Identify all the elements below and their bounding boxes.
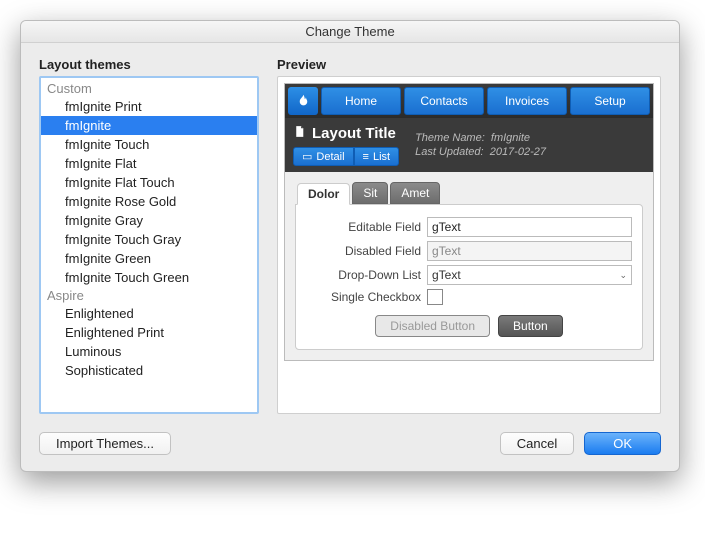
view-tab-detail[interactable]: ▭ Detail — [293, 147, 354, 166]
change-theme-dialog: Change Theme Layout themes Custom fmIgni… — [20, 20, 680, 472]
flame-icon — [288, 87, 318, 115]
import-themes-button[interactable]: Import Themes... — [39, 432, 171, 455]
ok-button[interactable]: OK — [584, 432, 661, 455]
theme-group-label: Aspire — [41, 287, 257, 304]
layout-title: Layout Title — [293, 124, 399, 143]
editable-field-label: Editable Field — [306, 220, 421, 234]
document-icon — [293, 124, 306, 143]
theme-metadata: Theme Name: fmIgnite Last Updated: 2017-… — [415, 131, 546, 159]
tab-dolor[interactable]: Dolor — [297, 183, 350, 205]
theme-item[interactable]: fmIgnite Gray — [41, 211, 257, 230]
window-title: Change Theme — [21, 21, 679, 43]
theme-item[interactable]: Sophisticated — [41, 361, 257, 380]
theme-item[interactable]: Enlightened — [41, 304, 257, 323]
theme-item[interactable]: Luminous — [41, 342, 257, 361]
preview-panel: Home Contacts Invoices Setup Layout Titl… — [277, 76, 661, 414]
preview-heading: Preview — [277, 57, 661, 72]
checkbox-label: Single Checkbox — [306, 290, 421, 304]
theme-item[interactable]: fmIgnite Touch Green — [41, 268, 257, 287]
nav-home[interactable]: Home — [321, 87, 401, 115]
dropdown-label: Drop-Down List — [306, 268, 421, 282]
dropdown-value: gText — [432, 268, 461, 282]
single-checkbox[interactable] — [427, 289, 443, 305]
dropdown-field[interactable]: gText ⌄ — [427, 265, 632, 285]
theme-item[interactable]: fmIgnite Green — [41, 249, 257, 268]
disabled-button: Disabled Button — [375, 315, 490, 337]
preview-navbar: Home Contacts Invoices Setup — [285, 84, 653, 118]
disabled-field — [427, 241, 632, 261]
tab-sit[interactable]: Sit — [352, 182, 388, 204]
disabled-field-label: Disabled Field — [306, 244, 421, 258]
theme-list[interactable]: Custom fmIgnite Print fmIgnite fmIgnite … — [39, 76, 259, 414]
list-icon: ≡ — [363, 151, 369, 163]
theme-item[interactable]: fmIgnite — [41, 116, 257, 135]
theme-item[interactable]: fmIgnite Flat Touch — [41, 173, 257, 192]
cancel-button[interactable]: Cancel — [500, 432, 574, 455]
theme-item[interactable]: fmIgnite Print — [41, 97, 257, 116]
tab-amet[interactable]: Amet — [390, 182, 440, 204]
chevron-down-icon: ⌄ — [619, 270, 627, 281]
theme-group-label: Custom — [41, 80, 257, 97]
view-tab-list-label: List — [373, 151, 390, 163]
nav-setup[interactable]: Setup — [570, 87, 650, 115]
theme-item[interactable]: fmIgnite Flat — [41, 154, 257, 173]
editable-field[interactable] — [427, 217, 632, 237]
sample-button[interactable]: Button — [498, 315, 563, 337]
nav-contacts[interactable]: Contacts — [404, 87, 484, 115]
nav-invoices[interactable]: Invoices — [487, 87, 567, 115]
view-tab-detail-label: Detail — [316, 151, 344, 163]
theme-item[interactable]: fmIgnite Touch Gray — [41, 230, 257, 249]
theme-item[interactable]: fmIgnite Touch — [41, 135, 257, 154]
theme-item[interactable]: Enlightened Print — [41, 323, 257, 342]
view-tab-list[interactable]: ≡ List — [354, 147, 400, 166]
theme-item[interactable]: fmIgnite Rose Gold — [41, 192, 257, 211]
layout-title-text: Layout Title — [312, 125, 396, 142]
layout-themes-heading: Layout themes — [39, 57, 259, 72]
detail-icon: ▭ — [302, 150, 312, 163]
